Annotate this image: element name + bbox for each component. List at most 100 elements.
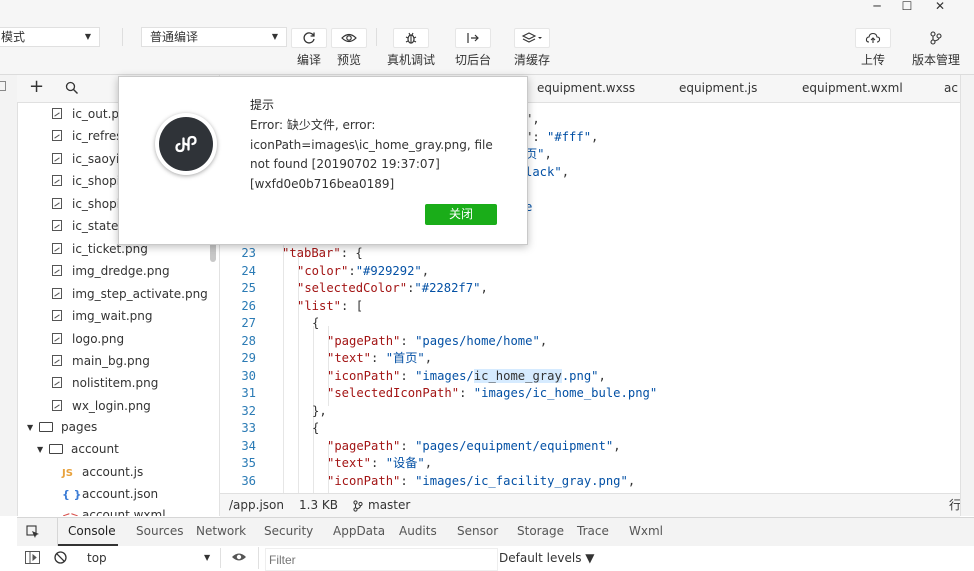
file-item[interactable]: ic_refres [52,125,123,147]
remote-debug-button[interactable]: 真机调试 [385,28,437,70]
branch-icon [353,494,363,517]
image-file-icon [52,242,62,254]
console-filter-input[interactable] [265,548,498,571]
devtools-tab-trace[interactable]: Trace [577,517,609,545]
search-icon[interactable] [65,81,79,98]
version-manage-button[interactable]: 版本管理 [908,28,964,70]
code-token: }, [312,403,327,418]
file-item[interactable]: wx_login.png [52,395,151,417]
image-file-icon [52,354,62,366]
status-line-indicator[interactable]: 行 [949,494,960,517]
file-item[interactable]: img_wait.png [52,305,153,327]
tab-equipment-wxss[interactable]: equipment.wxss [537,75,635,102]
tab-equipment-js[interactable]: equipment.js [679,75,757,102]
devtools-tab-sensor[interactable]: Sensor [457,517,498,545]
code-token: , [424,351,433,365]
mode-select[interactable]: 模式 ▼ [0,27,100,47]
version-manage-label: 版本管理 [911,53,960,67]
code-text: "text": "设备", [327,455,432,473]
line-number: 35 [241,456,256,470]
line-number: 33 [241,421,256,435]
code-line: 32}, [220,403,960,421]
folder-account[interactable]: ▼ account [37,438,119,460]
clear-console-icon[interactable] [54,551,67,567]
inspect-element-icon[interactable] [26,525,40,542]
log-levels-select[interactable]: Default levels ▼ [499,551,595,565]
folder-pages[interactable]: ▼ pages [27,416,97,438]
switch-background-button[interactable]: 切后台 [453,28,493,70]
file-item[interactable]: ic_state. [52,215,122,237]
code-line: 28 "pagePath": "pages/home/home", [220,333,960,351]
code-token: "#2282f7" [414,281,481,295]
code-token: , [591,129,599,144]
devtools-tab-sources[interactable]: Sources [136,517,183,545]
file-label: ic_shopi [72,196,121,211]
file-item[interactable]: ic_saoyi [52,148,119,170]
file-item[interactable]: img_dredge.png [52,260,170,282]
upload-button[interactable]: 上传 [853,28,893,70]
code-token: ": [525,129,548,144]
file-item[interactable]: nolistitem.png [52,372,158,394]
close-window-icon[interactable]: ✕ [925,0,955,14]
close-dialog-button[interactable]: 关闭 [425,204,497,225]
tab-more[interactable]: ac [944,75,958,102]
bug-icon [393,28,429,48]
code-token: : { [340,246,363,260]
devtools-tab-storage[interactable]: Storage [517,517,564,545]
minimize-icon[interactable]: ─ [862,0,892,14]
devtools-tab-security[interactable]: Security [264,517,313,545]
code-token: : [371,456,386,470]
file-item[interactable]: ic_shopi [52,193,120,215]
status-branch[interactable]: master [368,494,410,517]
clear-cache-button[interactable]: 清缓存 [510,28,554,70]
preview-label: 预览 [336,53,361,67]
file-item[interactable]: img_step_activate.png [52,283,208,305]
devtools-tab-wxml[interactable]: Wxml [629,517,663,545]
compile-label: 编译 [296,53,321,67]
cloud-upload-icon [855,28,891,48]
refresh-icon [291,28,327,48]
code-token: : [ [341,298,364,313]
expand-arrow-icon: ▼ [27,422,34,432]
image-file-icon [52,130,62,142]
file-item[interactable]: main_bg.png [52,350,150,372]
search-highlight: ic_home_gray [473,368,562,383]
panel-toggle-icon[interactable] [0,81,6,91]
code-text: "selectedIconPath": "images/ic_home_bule… [327,385,657,403]
code-token: { [312,421,320,435]
file-label: logo.png [72,331,125,346]
tab-equipment-wxml[interactable]: equipment.wxml [802,75,903,102]
status-file-size: 1.3 KB [299,498,338,512]
code-token: : [400,368,416,383]
image-file-icon [52,399,62,411]
file-item[interactable]: logo.png [52,328,124,350]
chevron-down-icon: ▼ [84,32,91,41]
error-dialog: 提示 Error: 缺少文件, error: iconPath=images\i… [118,76,528,245]
add-file-icon[interactable]: + [29,77,44,97]
code-line: 30 "iconPath": "images/ic_home_gray.png", [220,368,960,386]
code-text: "text": "首页", [327,350,432,368]
compile-mode-select[interactable]: 普通编译 ▼ [141,27,287,47]
file-account-json[interactable]: { }account.json [62,483,158,505]
maximize-icon[interactable]: ☐ [892,0,922,14]
devtools-tab-network[interactable]: Network [196,517,246,545]
code-token: "tabBar" [282,246,341,260]
devtools-tab-console[interactable]: Console [68,517,116,545]
file-label: account.js [82,465,144,479]
code-line: 35 "text": "设备", [220,455,960,473]
code-text: { [312,315,319,333]
file-label: img_step_activate.png [72,286,208,301]
code-token: { [312,316,320,330]
context-select[interactable]: top ▼ [77,548,217,569]
compile-button[interactable]: 编译 [290,28,328,70]
file-item[interactable]: ic_out.pi [52,103,122,125]
preview-button[interactable]: 预览 [330,28,368,70]
file-account-js[interactable]: JS account.js [62,461,143,483]
devtools-tab-appdata[interactable]: AppData [333,517,385,545]
eye-icon[interactable] [231,551,247,566]
devtools-tab-audits[interactable]: Audits [399,517,437,545]
file-account-wxml[interactable]: <>account.wxml [62,505,212,516]
divider [220,548,221,568]
file-item[interactable]: ic_shopi [52,170,120,192]
sidebar-toggle-icon[interactable] [25,551,40,567]
